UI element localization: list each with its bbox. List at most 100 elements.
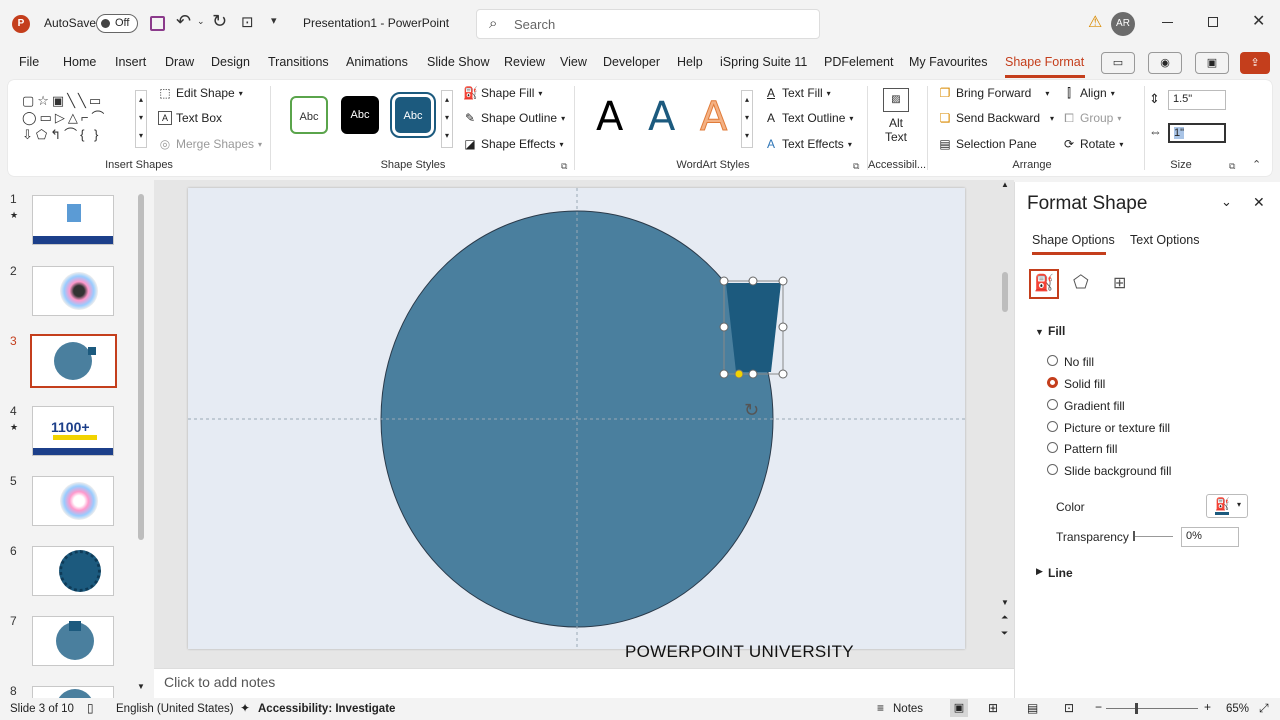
slide-thumb-7[interactable] — [32, 616, 114, 666]
canvas-scroll-down-icon[interactable]: ▼ — [1001, 598, 1009, 607]
dialog-launcher-icon[interactable]: ⧉ — [853, 161, 859, 172]
slide-thumb-6[interactable] — [32, 546, 114, 596]
pane-close-icon[interactable]: ✕ — [1253, 194, 1265, 211]
notes-area[interactable]: Click to add notes — [154, 668, 1014, 698]
slideshow-icon[interactable]: ⊡ — [1064, 701, 1074, 715]
style-black[interactable]: Abc — [341, 96, 379, 134]
wordart-black[interactable]: A — [596, 94, 623, 140]
fill-expand-icon[interactable]: ▼ — [1035, 327, 1044, 337]
transparency-slider[interactable] — [1133, 536, 1173, 537]
tab-transitions[interactable]: Transitions — [268, 55, 329, 69]
shape-height-input[interactable]: 1.5" — [1168, 90, 1226, 110]
text-outline-button[interactable]: A Text Outline ▾ — [764, 111, 853, 125]
alt-text-button[interactable]: ▨ Alt Text — [876, 88, 916, 154]
pane-options-icon[interactable]: ⌄ — [1221, 194, 1232, 210]
shape-styles-more-icon[interactable]: ▴ ▾ ▾ — [441, 90, 453, 148]
radio-solid-fill[interactable] — [1047, 377, 1058, 388]
text-fill-button[interactable]: A Text Fill ▾ — [764, 86, 831, 100]
tab-my-favourites[interactable]: My Favourites — [909, 55, 988, 69]
slide-sorter-icon[interactable]: ⊞ — [988, 701, 998, 715]
radio-no-fill[interactable] — [1047, 355, 1058, 366]
share-icon[interactable]: ⇪ — [1240, 52, 1270, 74]
tab-view[interactable]: View — [560, 55, 587, 69]
slide-thumb-8[interactable] — [32, 686, 114, 698]
align-button[interactable]: ⫿ Align ▾ — [1062, 86, 1115, 100]
text-effects-button[interactable]: A Text Effects ▾ — [764, 137, 852, 151]
tab-design[interactable]: Design — [211, 55, 250, 69]
zoom-in-icon[interactable]: + — [1204, 700, 1211, 714]
send-backward-button[interactable]: ❏ Send Backward ▾ — [938, 111, 1054, 125]
autosave-toggle[interactable]: Off — [96, 14, 138, 33]
record-icon[interactable]: ◉ — [1148, 52, 1182, 74]
present-icon[interactable]: ⊡ — [241, 13, 254, 31]
avatar[interactable]: AR — [1111, 12, 1135, 36]
resize-handle[interactable] — [778, 276, 788, 286]
tab-developer[interactable]: Developer — [603, 55, 660, 69]
edit-shape-button[interactable]: ⬚ Edit Shape ▾ — [158, 86, 242, 100]
search-box[interactable]: ⌕ Search — [476, 9, 820, 39]
rotate-button[interactable]: ⟳ Rotate ▾ — [1062, 137, 1123, 151]
shape-width-input[interactable]: 1" — [1168, 123, 1226, 143]
notes-button[interactable]: Notes — [893, 703, 923, 715]
shapes-gallery-more-icon[interactable]: ▴ ▾ ▾ — [135, 90, 147, 148]
tab-shape-format[interactable]: Shape Format — [1005, 55, 1084, 69]
resize-handle[interactable] — [748, 276, 758, 286]
normal-view-icon[interactable]: ▣ — [950, 699, 968, 717]
tab-shape-options[interactable]: Shape Options — [1032, 233, 1115, 247]
resize-handle[interactable] — [719, 369, 729, 379]
slide-thumb-4[interactable]: 1100+ — [32, 406, 114, 456]
text-box-button[interactable]: A Text Box — [158, 111, 222, 125]
style-outline-green[interactable]: Abc — [290, 96, 328, 134]
adjustment-handle[interactable] — [734, 369, 744, 379]
color-picker-button[interactable]: ⛽ ▾ — [1206, 494, 1248, 518]
resize-handle[interactable] — [778, 369, 788, 379]
prev-slide-icon[interactable]: ⏶ — [1001, 612, 1008, 623]
zoom-slider[interactable] — [1106, 708, 1198, 709]
tab-insert[interactable]: Insert — [115, 55, 146, 69]
minimize-icon[interactable] — [1162, 22, 1173, 23]
zoom-out-icon[interactable]: − — [1095, 700, 1102, 714]
wordart-blue[interactable]: A — [648, 94, 675, 140]
fill-section-title[interactable]: Fill — [1048, 324, 1065, 338]
customize-toolbar-icon[interactable]: ▾ — [271, 14, 277, 27]
tab-pdfelement[interactable]: PDFelement — [824, 55, 893, 69]
language[interactable]: English (United States) — [116, 703, 234, 715]
spellcheck-icon[interactable]: ▯ — [87, 701, 94, 715]
merge-shapes-button[interactable]: ◎ Merge Shapes ▾ — [158, 137, 262, 151]
resize-handle[interactable] — [719, 322, 729, 332]
fill-line-icon[interactable]: ⛽ — [1029, 269, 1059, 299]
transparency-slider-thumb[interactable] — [1133, 531, 1135, 541]
tab-file[interactable]: File — [19, 55, 39, 69]
reading-view-icon[interactable]: ▤ — [1027, 701, 1038, 715]
slide-thumb-2[interactable] — [32, 266, 114, 316]
tab-home[interactable]: Home — [63, 55, 96, 69]
style-blue-selected[interactable]: Abc — [390, 92, 436, 138]
radio-picture-fill[interactable] — [1047, 421, 1058, 432]
slide-thumb-1[interactable] — [32, 195, 114, 245]
teams-icon[interactable]: ▣ — [1195, 52, 1229, 74]
transparency-input[interactable]: 0% — [1181, 527, 1239, 547]
thumbnail-scrollbar[interactable] — [138, 194, 144, 540]
group-button[interactable]: ⧠ Group ▾ — [1062, 111, 1121, 125]
tab-review[interactable]: Review — [504, 55, 545, 69]
restore-icon[interactable] — [1208, 17, 1218, 27]
warning-icon[interactable]: ⚠ — [1088, 12, 1102, 32]
tab-ispring[interactable]: iSpring Suite 11 — [720, 55, 807, 69]
effects-pentagon-icon[interactable]: ⬠ — [1073, 272, 1089, 293]
wordart-orange[interactable]: A — [699, 94, 727, 141]
resize-handle[interactable] — [748, 369, 758, 379]
undo-icon[interactable]: ↶ — [176, 11, 191, 32]
line-section-title[interactable]: Line — [1048, 566, 1073, 580]
tab-text-options[interactable]: Text Options — [1130, 233, 1199, 247]
resize-handle[interactable] — [778, 322, 788, 332]
resize-handle[interactable] — [719, 276, 729, 286]
canvas-scroll-up-icon[interactable]: ▲ — [1001, 180, 1009, 189]
redo-icon[interactable]: ↻ — [212, 11, 227, 32]
bring-forward-button[interactable]: ❐ Bring Forward ▾ — [938, 86, 1050, 100]
selection-pane-button[interactable]: ▤ Selection Pane — [938, 137, 1036, 151]
tab-help[interactable]: Help — [677, 55, 703, 69]
canvas-scrollbar[interactable] — [1002, 272, 1008, 312]
zoom-level[interactable]: 65% — [1226, 703, 1249, 715]
shape-effects-button[interactable]: ◪ Shape Effects ▾ — [463, 137, 563, 151]
size-properties-icon[interactable]: ⊞ — [1113, 273, 1126, 293]
